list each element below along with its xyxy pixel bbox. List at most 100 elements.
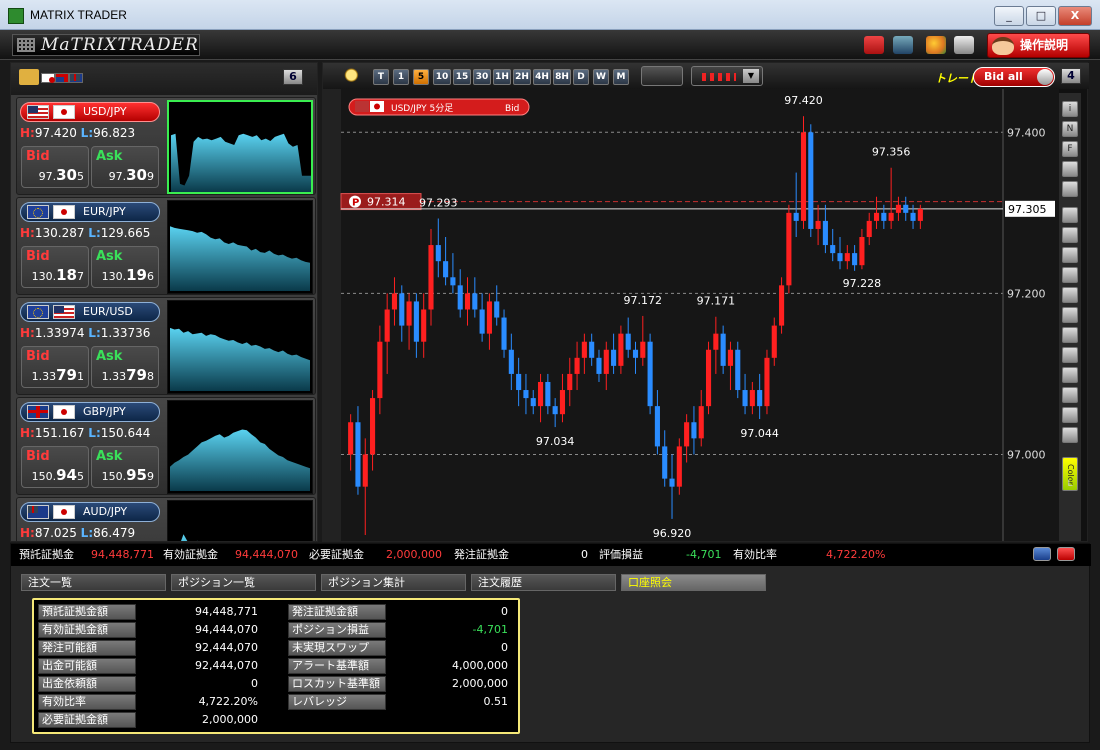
ask-quote-button[interactable]: Ask 1.33798 (91, 346, 159, 388)
bid-quote-button[interactable]: Bid 97.305 (21, 146, 89, 188)
pair-card[interactable]: GBP/JPY H:151.167 L:150.644 Bid 150.945 Ask 1… (16, 397, 316, 495)
fibonacci-icon[interactable] (1062, 307, 1078, 323)
info-icon[interactable]: i (1062, 101, 1078, 117)
candlestick-chart[interactable]: 97.400 97.200 97.000 P 97.314 97.305 97.293 97.… (323, 89, 1059, 541)
bell-icon[interactable] (1062, 161, 1078, 177)
flag-jp-icon (53, 405, 75, 419)
toolbox-icon[interactable] (864, 36, 884, 54)
pair-card[interactable]: USD/JPY H:97.420 L:96.823 Bid 97.305 Ask 97.3… (16, 97, 316, 195)
crosshair-icon[interactable] (1062, 227, 1078, 243)
timeframe-10-button[interactable]: 10 (433, 69, 451, 85)
news-icon[interactable]: N (1062, 121, 1078, 137)
summary-value: 94,448,771 (91, 548, 154, 561)
timeframe-15-button[interactable]: 15 (453, 69, 471, 85)
vertical-line-icon[interactable] (1062, 287, 1078, 303)
cursor-arrow-icon[interactable] (1062, 207, 1078, 223)
timeframe-1h-button[interactable]: 1H (493, 69, 511, 85)
save-icon[interactable] (893, 36, 913, 54)
toggle-knob (1037, 69, 1053, 85)
candle (727, 349, 734, 366)
trendline-icon[interactable] (1062, 247, 1078, 263)
close-button[interactable]: X (1058, 6, 1092, 26)
account-value: 4,000,000 (452, 659, 508, 672)
price-annotation: 96.920 (653, 527, 692, 540)
account-row: 必要証拠金額 2,000,000 (38, 712, 258, 729)
text-icon[interactable] (1062, 387, 1078, 403)
mini-chart[interactable] (167, 200, 313, 294)
arrow-down-icon[interactable] (1033, 547, 1051, 561)
tab-1[interactable]: ポジション一覧 (171, 574, 316, 591)
minimize-button[interactable]: _ (994, 6, 1024, 26)
pair-name-tab[interactable]: AUD/JPY (20, 502, 160, 522)
pair-name-tab[interactable]: USD/JPY (20, 102, 160, 122)
candle (749, 390, 755, 407)
timeframe-d-button[interactable]: D (573, 69, 589, 85)
candle (705, 349, 712, 407)
price-pips: 30 (56, 166, 77, 184)
ask-quote-button[interactable]: Ask 150.959 (91, 446, 159, 488)
timeframe-t-button[interactable]: T (373, 69, 389, 85)
timeframe-30-button[interactable]: 30 (473, 69, 491, 85)
timeframe-8h-button[interactable]: 8H (553, 69, 571, 85)
arrow-up-icon[interactable] (1057, 547, 1075, 561)
candle (720, 333, 726, 366)
candle (486, 301, 492, 334)
list-icon[interactable] (1062, 327, 1078, 343)
chart-type-select[interactable]: ▼ (691, 66, 763, 86)
bid-price: 130.187 (32, 266, 84, 284)
tab-3[interactable]: 注文履歴 (471, 574, 616, 591)
flag-icon[interactable]: F (1062, 141, 1078, 157)
tab-0[interactable]: 注文一覧 (21, 574, 166, 591)
mini-chart[interactable] (167, 500, 313, 541)
mini-chart[interactable] (167, 300, 313, 394)
summary-label: 評価損益 (599, 548, 643, 561)
trash-icon[interactable] (1062, 427, 1078, 443)
bid-all-toggle[interactable]: Bid all (973, 67, 1055, 87)
pencil-icon[interactable] (1062, 407, 1078, 423)
tab-2[interactable]: ポジション集計 (321, 574, 466, 591)
fan-icon[interactable] (1062, 367, 1078, 383)
pair-name-tab[interactable]: EUR/USD (20, 302, 160, 322)
chart-count-badge[interactable]: 4 (1061, 68, 1081, 84)
pair-card[interactable]: AUD/JPYH:87.025 L:86.479BidAsk (16, 497, 316, 541)
indicator-icon[interactable] (1062, 181, 1078, 197)
timeframe-2h-button[interactable]: 2H (513, 69, 531, 85)
printer-icon[interactable] (954, 36, 974, 54)
indicator-icon[interactable] (641, 66, 683, 86)
account-row: 有効証拠金額 94,444,070 (38, 622, 258, 639)
timeframe-w-button[interactable]: W (593, 69, 609, 85)
ask-quote-button[interactable]: Ask 130.196 (91, 246, 159, 288)
tab-4[interactable]: 口座照会 (621, 574, 766, 591)
layout-count-badge[interactable]: 6 (283, 69, 303, 85)
folder-icon[interactable] (19, 69, 39, 85)
bid-quote-button[interactable]: Bid 150.945 (21, 446, 89, 488)
timeframe-4h-button[interactable]: 4H (533, 69, 551, 85)
mini-chart[interactable] (167, 400, 313, 494)
price-prefix: 1.33 (101, 370, 127, 383)
account-label: レバレッジ (288, 694, 386, 710)
pair-card[interactable]: EUR/USD H:1.33974 L:1.33736 Bid 1.33791 Ask 1… (16, 297, 316, 395)
horizontal-line-icon[interactable] (1062, 267, 1078, 283)
pair-name: EUR/USD (83, 305, 133, 318)
timeframe-1-button[interactable]: 1 (393, 69, 409, 85)
ask-quote-button[interactable]: Ask 97.309 (91, 146, 159, 188)
high-low: H:87.025 L:86.479 (20, 526, 170, 540)
zoom-icon[interactable] (337, 67, 361, 85)
pair-card[interactable]: EUR/JPY H:130.287 L:129.665 Bid 130.187 Ask 1… (16, 197, 316, 295)
bid-quote-button[interactable]: Bid 130.187 (21, 246, 89, 288)
help-button[interactable]: 操作説明 (987, 33, 1090, 58)
mini-chart[interactable] (167, 100, 313, 194)
candle (844, 253, 850, 262)
pair-name-tab[interactable]: EUR/JPY (20, 202, 160, 222)
list-alt-icon[interactable] (1062, 347, 1078, 363)
lock-icon[interactable]: L (1062, 477, 1078, 493)
timeframe-5-button[interactable]: 5 (413, 69, 429, 85)
bid-quote-button[interactable]: Bid 1.33791 (21, 346, 89, 388)
pair-name-tab[interactable]: GBP/JPY (20, 402, 160, 422)
timeframe-m-button[interactable]: M (613, 69, 629, 85)
candle (435, 245, 441, 262)
high-low: H:130.287 L:129.665 (20, 226, 170, 240)
candle (399, 293, 405, 326)
maximize-button[interactable]: □ (1026, 6, 1056, 26)
palette-icon[interactable] (926, 36, 946, 54)
